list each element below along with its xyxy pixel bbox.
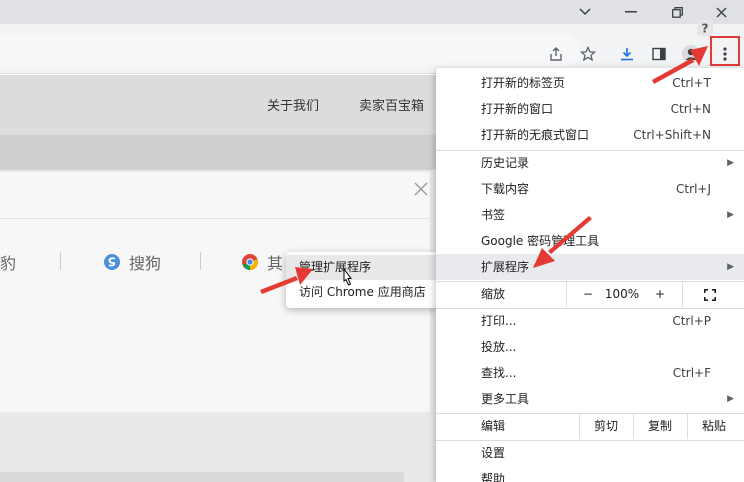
address-bar[interactable]: [0, 34, 580, 66]
extensions-submenu: 管理扩展程序 访问 Chrome 应用商店: [286, 252, 438, 308]
engine-liebao[interactable]: 猎豹: [0, 250, 16, 274]
svg-text:?: ?: [702, 22, 709, 36]
menu-new-window[interactable]: 打开新的窗口 Ctrl+N: [436, 96, 744, 122]
manage-extensions-item[interactable]: 管理扩展程序: [286, 255, 438, 280]
menu-new-incognito[interactable]: 打开新的无痕式窗口 Ctrl+Shift+N: [436, 122, 744, 148]
engine-separator: [200, 252, 201, 270]
cut-button[interactable]: 剪切: [579, 413, 633, 439]
menu-find[interactable]: 查找... Ctrl+F: [436, 360, 744, 386]
chrome-main-menu: 打开新的标签页 Ctrl+T 打开新的窗口 Ctrl+N 打开新的无痕式窗口 C…: [436, 68, 744, 482]
help-badge-icon: ?: [695, 18, 715, 38]
nav-seller-toolbox[interactable]: 卖家百宝箱: [359, 95, 424, 114]
chrome-logo-icon: [242, 254, 258, 270]
menu-edit: 编辑 剪切 复制 粘贴: [436, 413, 744, 439]
menu-extensions[interactable]: 扩展程序 ▶: [436, 254, 744, 280]
engine-other[interactable]: 其: [241, 250, 283, 274]
sogou-logo-icon: [104, 254, 120, 270]
zoom-separator: [566, 281, 567, 307]
menu-password-manager[interactable]: Google 密码管理工具: [436, 228, 744, 254]
page-nav: 关于我们 卖家百宝箱: [0, 75, 440, 135]
title-bar: [0, 0, 744, 24]
card-close-icon[interactable]: [414, 182, 428, 200]
menu-more-tools[interactable]: 更多工具 ▶: [436, 386, 744, 412]
copy-button[interactable]: 复制: [633, 413, 687, 439]
page-band: [0, 135, 440, 170]
menu-button-highlight: [710, 36, 740, 66]
menu-downloads[interactable]: 下载内容 Ctrl+J: [436, 176, 744, 202]
menu-help[interactable]: 帮助: [436, 466, 744, 482]
paste-button[interactable]: 粘贴: [687, 413, 741, 439]
zoom-in-button[interactable]: +: [648, 281, 672, 307]
minimize-window-button[interactable]: [616, 0, 646, 24]
page-bottom-bar: [0, 472, 404, 482]
minimize-icon[interactable]: [570, 0, 600, 24]
submenu-arrow-icon: ▶: [727, 210, 734, 220]
side-panel-icon[interactable]: [647, 42, 671, 66]
engine-separator: [60, 252, 61, 270]
menu-zoom: 缩放 − 100% +: [436, 281, 744, 307]
engine-label: 搜狗: [129, 254, 162, 273]
zoom-separator: [682, 281, 683, 307]
share-icon[interactable]: [544, 42, 568, 66]
nav-about[interactable]: 关于我们: [267, 95, 319, 114]
engine-sogou[interactable]: 搜狗: [103, 250, 161, 274]
engine-label: 猎豹: [0, 254, 17, 273]
submenu-arrow-icon: ▶: [727, 158, 734, 168]
engine-label: 其: [267, 254, 284, 273]
profile-avatar-icon[interactable]: [679, 42, 703, 66]
download-icon[interactable]: [615, 42, 639, 66]
menu-cast[interactable]: 投放...: [436, 334, 744, 360]
bookmark-star-icon[interactable]: [576, 42, 600, 66]
fullscreen-icon[interactable]: [698, 281, 722, 307]
menu-settings[interactable]: 设置: [436, 440, 744, 466]
zoom-level: 100%: [604, 287, 640, 301]
submenu-arrow-icon: ▶: [727, 262, 734, 272]
card-divider: [0, 218, 430, 219]
submenu-arrow-icon: ▶: [727, 394, 734, 404]
menu-new-tab[interactable]: 打开新的标签页 Ctrl+T: [436, 70, 744, 96]
zoom-out-button[interactable]: −: [576, 281, 600, 307]
menu-history[interactable]: 历史记录 ▶: [436, 150, 744, 176]
mouse-cursor-icon: [340, 267, 354, 294]
restore-window-button[interactable]: [662, 0, 692, 24]
menu-bookmarks[interactable]: 书签 ▶: [436, 202, 744, 228]
menu-print[interactable]: 打印... Ctrl+P: [436, 308, 744, 334]
chrome-web-store-item[interactable]: 访问 Chrome 应用商店: [286, 280, 438, 305]
